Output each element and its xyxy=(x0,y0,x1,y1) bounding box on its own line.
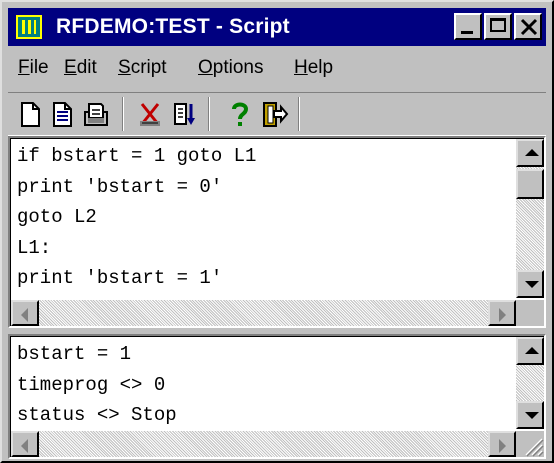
code-line[interactable]: goto L2 xyxy=(17,202,516,233)
toolbar xyxy=(8,92,546,136)
vertical-scroll-thumb[interactable] xyxy=(516,169,544,199)
right-arrow-icon xyxy=(499,439,506,453)
close-icon xyxy=(520,18,538,36)
left-arrow-icon xyxy=(21,308,28,322)
cut-button[interactable] xyxy=(134,98,166,130)
save-icon xyxy=(84,103,108,126)
scroll-down-button[interactable] xyxy=(516,270,544,298)
new-document-button[interactable] xyxy=(14,98,46,130)
menu-file[interactable]: File xyxy=(18,57,49,79)
watch-line[interactable]: bstart = 1 xyxy=(17,339,516,370)
scroll-up-button[interactable] xyxy=(516,139,544,167)
run-script-button[interactable] xyxy=(168,98,200,130)
cut-icon xyxy=(140,103,160,126)
code-line[interactable]: if bstart = 1 goto L1 xyxy=(17,141,516,172)
scroll-down-button[interactable] xyxy=(516,401,544,429)
size-grip-icon xyxy=(525,438,544,457)
menu-options[interactable]: Options xyxy=(198,57,263,79)
maximize-icon xyxy=(490,18,506,32)
code-line[interactable]: L1: xyxy=(17,233,516,264)
menu-bar: File Edit Script Options Help xyxy=(8,48,546,90)
minimize-icon xyxy=(461,31,473,34)
script-window: RFDEMO:TEST - Script File Edit Script Op… xyxy=(0,0,554,463)
vertical-scrollbar[interactable] xyxy=(516,337,544,429)
script-lines: if bstart = 1 goto L1 print 'bstart = 0'… xyxy=(17,141,516,300)
toolbar-separator xyxy=(208,97,210,131)
down-arrow-icon xyxy=(525,281,539,288)
right-arrow-icon xyxy=(499,308,506,322)
scroll-right-button[interactable] xyxy=(488,431,516,457)
scroll-up-button[interactable] xyxy=(516,337,544,365)
menu-script[interactable]: Script xyxy=(118,57,167,79)
window-title: RFDEMO:TEST - Script xyxy=(56,15,290,38)
up-arrow-icon xyxy=(525,347,539,354)
close-button[interactable] xyxy=(514,13,542,40)
run-script-icon xyxy=(174,103,195,125)
exit-button[interactable] xyxy=(258,98,290,130)
up-arrow-icon xyxy=(525,149,539,156)
scroll-left-button[interactable] xyxy=(11,431,39,457)
code-line[interactable]: print 'bstart = 0' xyxy=(17,172,516,203)
code-line[interactable]: print 'bstart = 1' xyxy=(17,263,516,294)
help-icon xyxy=(232,102,249,126)
horizontal-scrollbar[interactable] xyxy=(11,431,516,457)
down-arrow-icon xyxy=(525,412,539,419)
size-grip[interactable] xyxy=(516,431,544,457)
help-button[interactable] xyxy=(224,98,256,130)
toolbar-separator xyxy=(298,97,300,131)
minimize-button[interactable] xyxy=(454,13,482,40)
script-editor[interactable]: if bstart = 1 goto L1 print 'bstart = 0'… xyxy=(8,136,546,328)
save-button[interactable] xyxy=(80,98,112,130)
scroll-right-button[interactable] xyxy=(488,300,516,326)
title-bar[interactable]: RFDEMO:TEST - Script xyxy=(8,8,546,46)
exit-icon xyxy=(263,102,289,127)
open-document-icon xyxy=(53,102,72,127)
left-arrow-icon xyxy=(21,439,28,453)
open-document-button[interactable] xyxy=(46,98,78,130)
menu-help[interactable]: Help xyxy=(294,57,333,79)
watch-lines: bstart = 1 timeprog <> 0 status <> Stop xyxy=(17,339,516,431)
scroll-left-button[interactable] xyxy=(11,300,39,326)
watch-line[interactable]: timeprog <> 0 xyxy=(17,370,516,401)
app-icon[interactable] xyxy=(16,15,42,39)
vertical-scrollbar[interactable] xyxy=(516,139,544,298)
maximize-button[interactable] xyxy=(484,13,512,40)
menu-edit[interactable]: Edit xyxy=(64,57,97,79)
watch-pane[interactable]: bstart = 1 timeprog <> 0 status <> Stop xyxy=(8,334,546,459)
toolbar-separator xyxy=(122,97,124,131)
scroll-corner xyxy=(516,300,544,326)
new-document-icon xyxy=(21,102,40,127)
horizontal-scrollbar[interactable] xyxy=(11,300,516,326)
watch-line[interactable]: status <> Stop xyxy=(17,400,516,431)
